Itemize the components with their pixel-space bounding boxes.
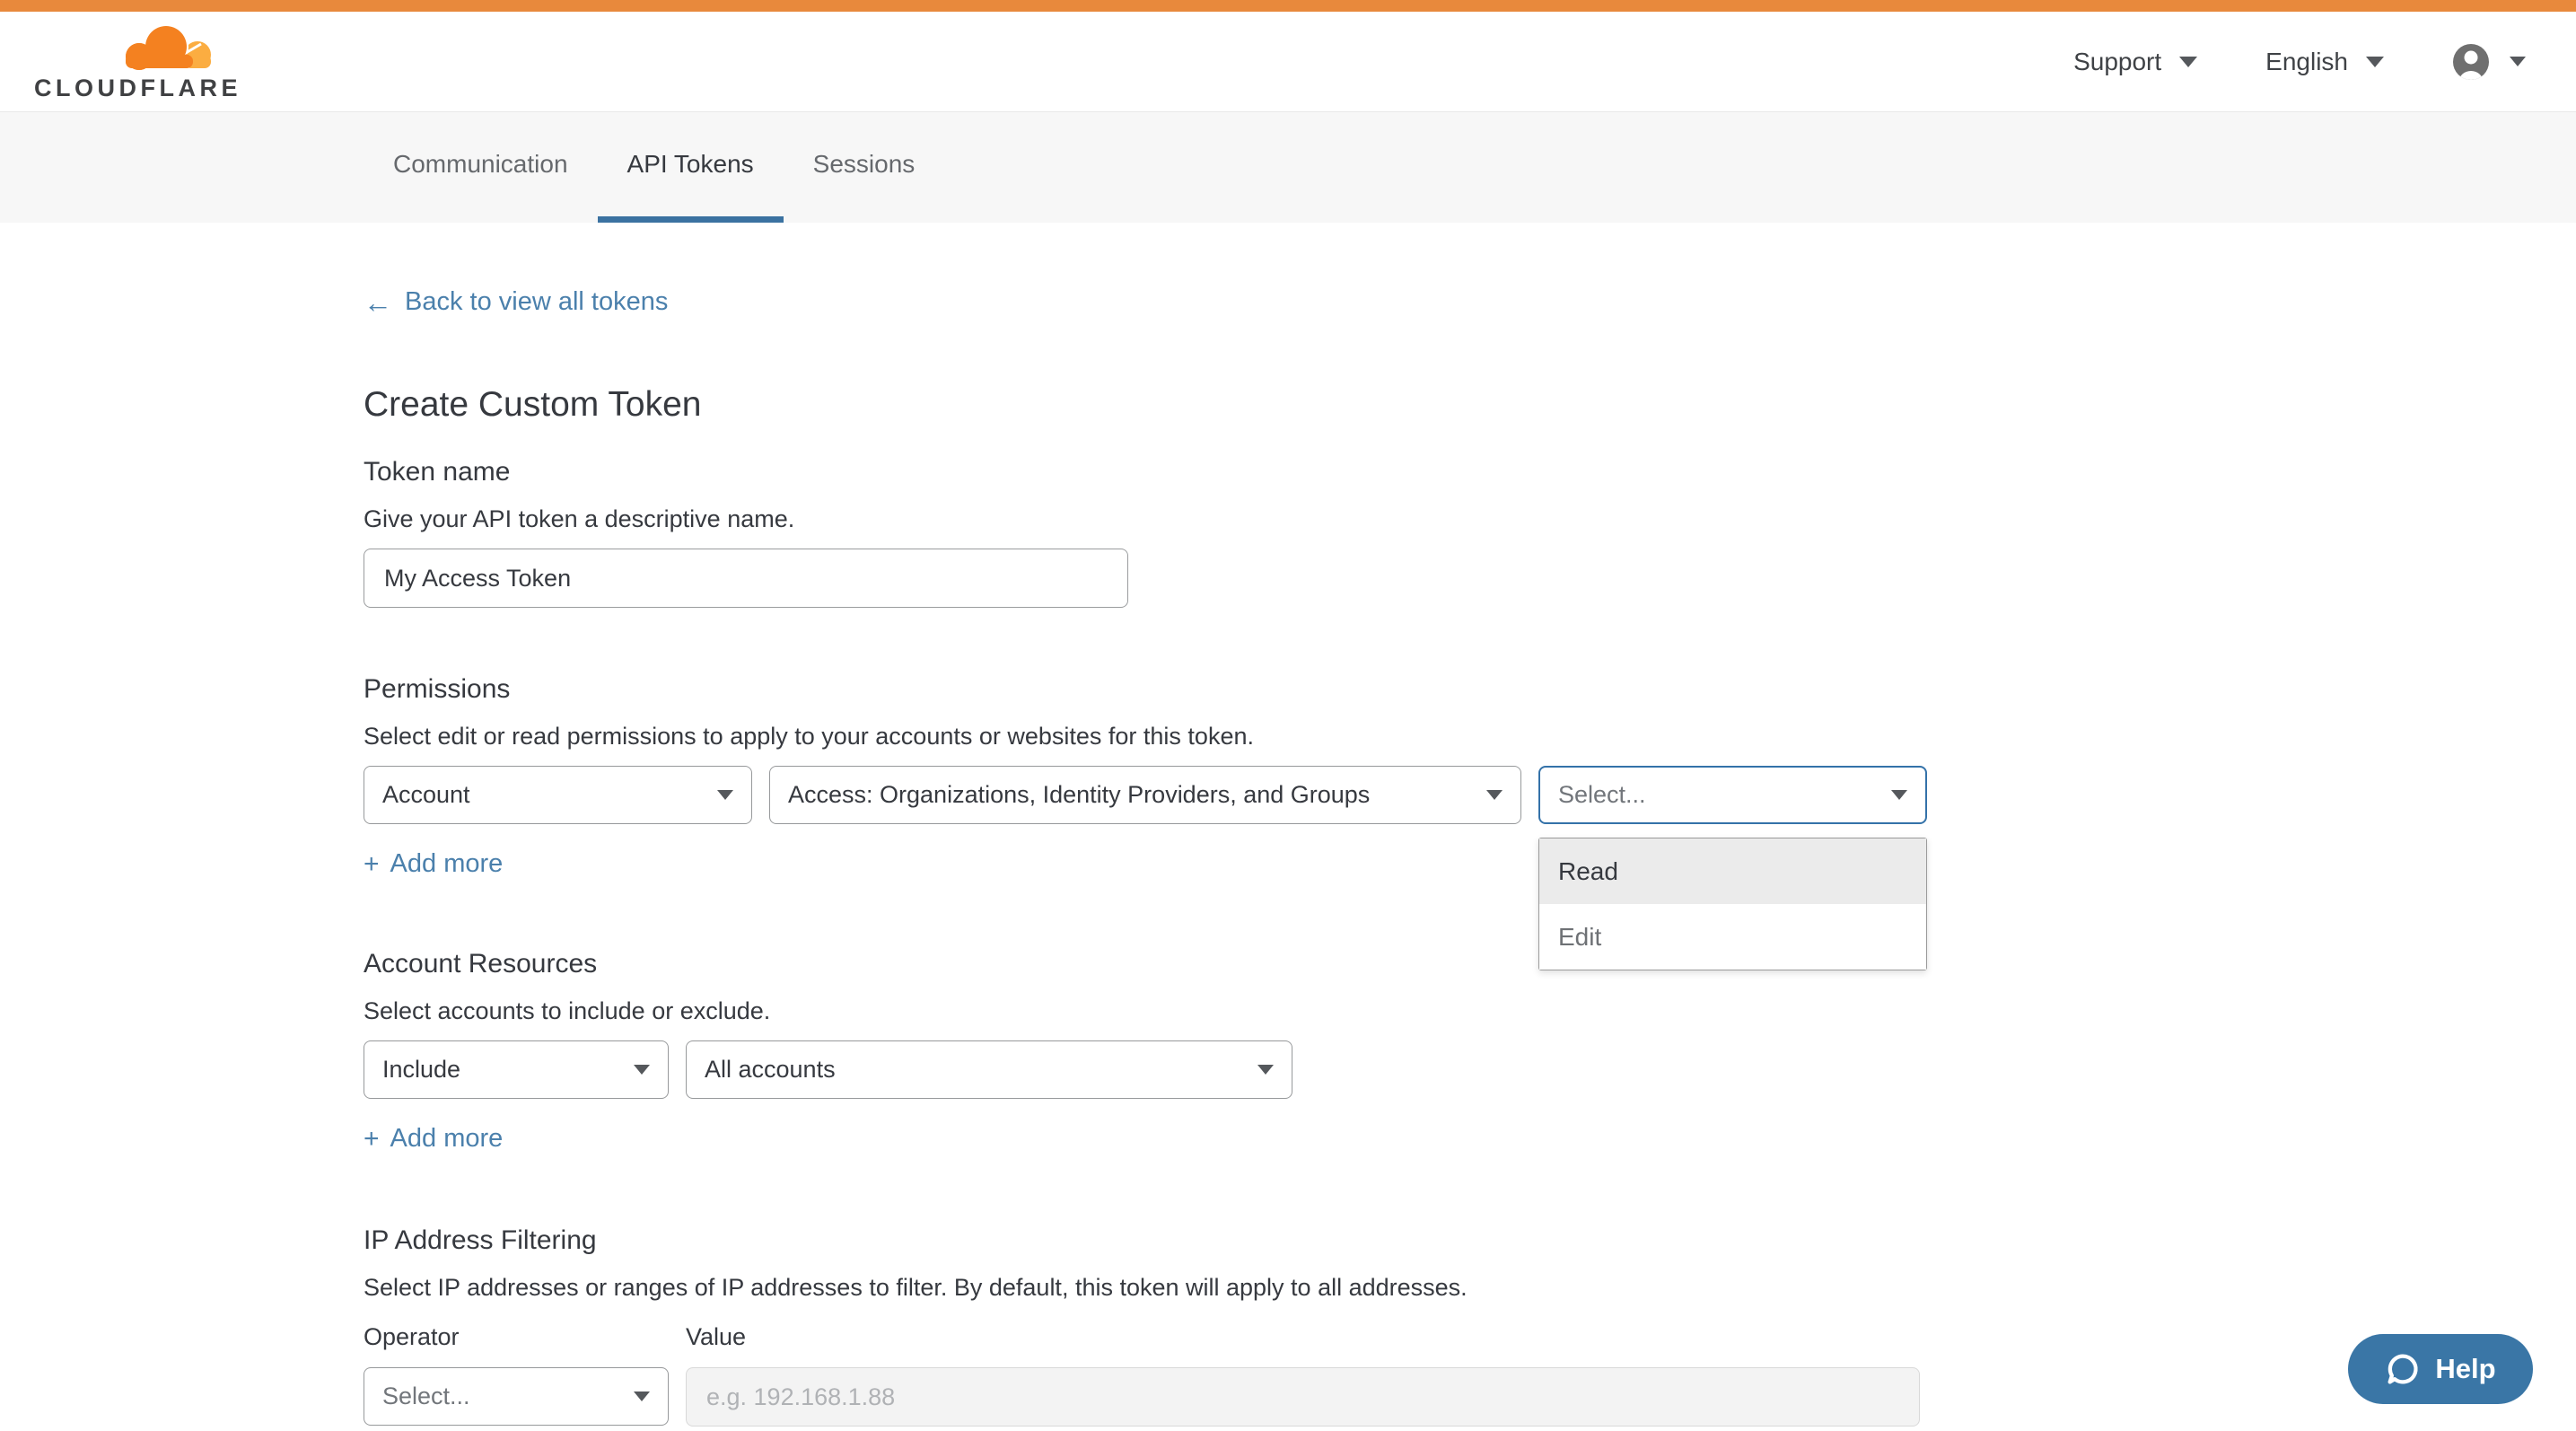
resource-accounts-select[interactable]: All accounts [686,1040,1292,1099]
permissions-description: Select edit or read permissions to apply… [364,723,2576,751]
page-title: Create Custom Token [364,385,2576,425]
resource-accounts-value: All accounts [705,1056,836,1084]
help-button[interactable]: Help [2348,1334,2533,1404]
ip-filtering-description: Select IP addresses or ranges of IP addr… [364,1274,2576,1302]
tab-bar: Communication API Tokens Sessions [0,112,2576,223]
chevron-down-icon [1891,790,1907,800]
account-resources-heading: Account Resources [364,949,2576,979]
chevron-down-icon [634,1065,650,1075]
ip-operator-select[interactable]: Select... [364,1367,669,1426]
permissions-row: Account Access: Organizations, Identity … [364,766,2576,824]
token-name-section: Token name Give your API token a descrip… [364,457,2576,608]
chevron-down-icon [717,790,733,800]
ip-filtering-row: Select... [364,1367,2576,1427]
header: CLOUDFLARE Support English [0,12,2576,112]
permission-level-menu: Read Edit [1538,838,1927,970]
language-label: English [2265,48,2348,76]
brand-wordmark: CLOUDFLARE [34,76,241,101]
tab-communication[interactable]: Communication [364,112,598,223]
permissions-add-more-link[interactable]: + Add more [364,849,503,879]
account-resources-add-more-link[interactable]: + Add more [364,1124,503,1154]
menu-option-edit[interactable]: Edit [1539,904,1926,970]
add-more-label: Add more [390,849,504,879]
chat-bubble-icon [2385,1351,2421,1387]
resource-mode-select[interactable]: Include [364,1040,669,1099]
ip-operator-placeholder: Select... [382,1383,470,1410]
tab-label: Sessions [813,150,916,179]
ip-filtering-heading: IP Address Filtering [364,1225,2576,1256]
token-name-heading: Token name [364,457,2576,487]
chevron-down-icon [1257,1065,1274,1075]
permissions-section: Permissions Select edit or read permissi… [364,674,2576,879]
permission-scope-select[interactable]: Account [364,766,752,824]
plus-icon: + [364,1126,380,1153]
tab-label: API Tokens [627,150,754,179]
chevron-down-icon [2179,57,2197,67]
token-name-description: Give your API token a descriptive name. [364,505,2576,533]
back-to-tokens-link[interactable]: ← Back to view all tokens [364,287,668,317]
account-resources-section: Account Resources Select accounts to inc… [364,949,2576,1154]
tab-label: Communication [393,150,568,179]
help-label: Help [2435,1353,2495,1385]
permission-scope-value: Account [382,781,470,809]
permission-resource-value: Access: Organizations, Identity Provider… [788,781,1370,809]
tab-sessions[interactable]: Sessions [784,112,945,223]
plus-icon: + [364,851,380,878]
language-menu[interactable]: English [2265,48,2384,76]
value-label: Value [686,1323,746,1351]
account-resources-description: Select accounts to include or exclude. [364,997,2576,1025]
back-arrow-icon: ← [364,288,392,317]
chevron-down-icon [2510,57,2526,66]
chevron-down-icon [634,1391,650,1401]
ip-filtering-section: IP Address Filtering Select IP addresses… [364,1225,2576,1427]
permissions-heading: Permissions [364,674,2576,705]
cloudflare-logo[interactable]: CLOUDFLARE [34,22,241,101]
operator-label: Operator [364,1323,686,1351]
support-label: Support [2073,48,2161,76]
permission-level-select[interactable]: Select... Read Edit [1538,766,1927,824]
main-content: ← Back to view all tokens Create Custom … [0,223,2576,1427]
top-orange-strip [0,0,2576,12]
back-link-label: Back to view all tokens [405,287,668,317]
menu-option-read[interactable]: Read [1539,838,1926,904]
add-more-label: Add more [390,1124,504,1154]
ip-value-input[interactable] [686,1367,1920,1427]
permission-level-placeholder: Select... [1558,781,1646,809]
tab-api-tokens[interactable]: API Tokens [598,112,784,223]
chevron-down-icon [1486,790,1503,800]
permission-resource-select[interactable]: Access: Organizations, Identity Provider… [769,766,1521,824]
support-menu[interactable]: Support [2073,48,2197,76]
avatar-icon [2452,43,2490,81]
account-resources-row: Include All accounts [364,1040,2576,1099]
resource-mode-value: Include [382,1056,460,1084]
token-name-input[interactable] [364,549,1128,608]
header-right: Support English [2073,43,2526,81]
cloudflare-cloud-icon [115,22,223,75]
ip-filtering-labels: Operator Value [364,1323,2576,1351]
account-menu[interactable] [2452,43,2526,81]
chevron-down-icon [2366,57,2384,67]
